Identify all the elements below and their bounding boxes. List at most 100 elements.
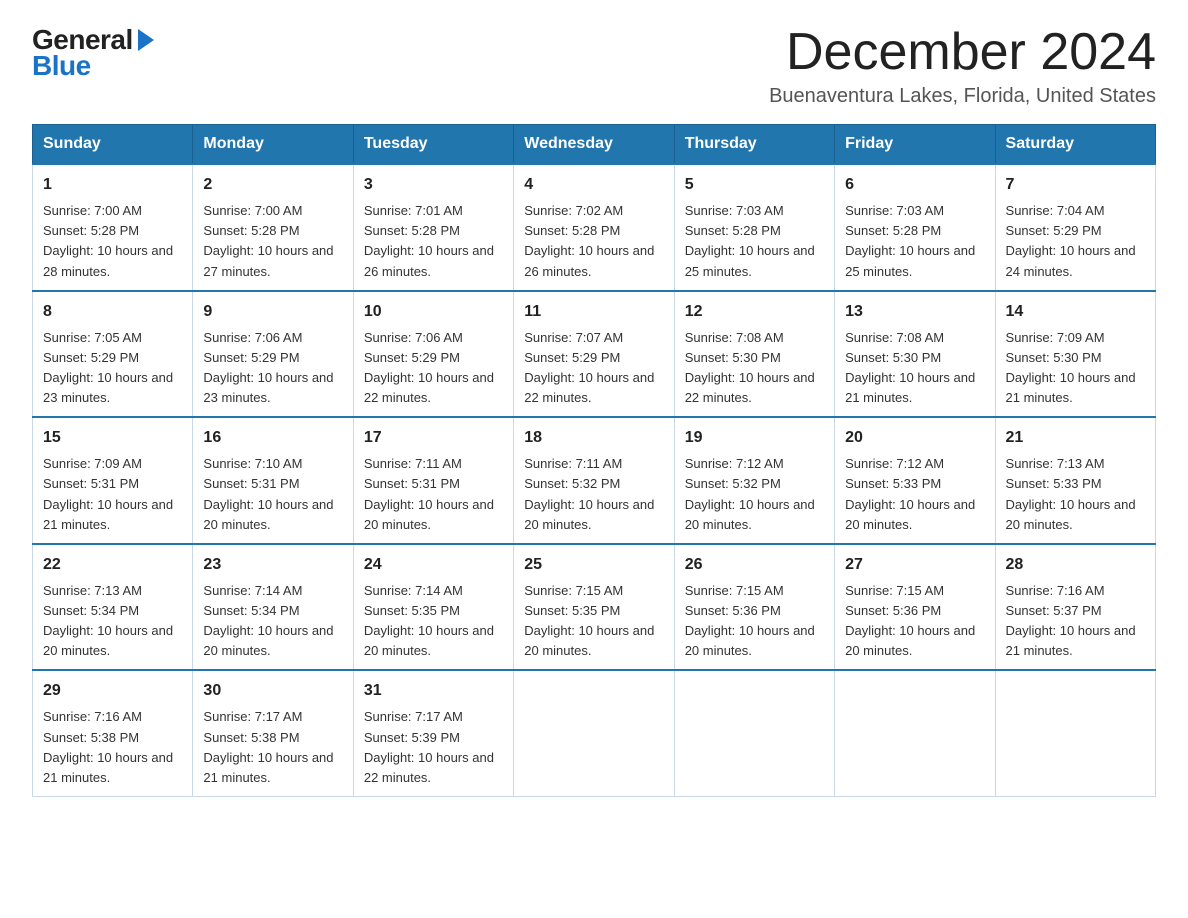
calendar-cell: 14Sunrise: 7:09 AMSunset: 5:30 PMDayligh…	[995, 291, 1155, 418]
calendar-cell: 20Sunrise: 7:12 AMSunset: 5:33 PMDayligh…	[835, 417, 995, 544]
logo: General Blue	[32, 24, 154, 82]
calendar-week-row: 22 Sunrise: 7:13 AMSunset: 5:34 PMDayligh…	[33, 544, 1156, 671]
cell-info: Sunrise: 7:12 AMSunset: 5:32 PMDaylight:…	[685, 456, 815, 531]
day-number: 9	[203, 300, 342, 324]
page-header: General Blue December 2024 Buenaventura …	[32, 24, 1156, 108]
cell-info: Sunrise: 7:15 AMSunset: 5:35 PMDaylight:…	[524, 583, 654, 658]
location-subtitle: Buenaventura Lakes, Florida, United Stat…	[769, 85, 1156, 108]
title-block: December 2024 Buenaventura Lakes, Florid…	[769, 24, 1156, 108]
calendar-cell: 31Sunrise: 7:17 AMSunset: 5:39 PMDayligh…	[353, 670, 513, 796]
day-number: 19	[685, 426, 824, 450]
calendar-cell: 30 Sunrise: 7:17 AMSunset: 5:38 PMDayligh…	[193, 670, 353, 796]
day-number: 2	[203, 173, 342, 197]
day-of-week-tuesday: Tuesday	[353, 125, 513, 165]
calendar-cell: 13 Sunrise: 7:08 AMSunset: 5:30 PMDayligh…	[835, 291, 995, 418]
cell-info: Sunrise: 7:14 AMSunset: 5:34 PMDaylight:…	[203, 583, 333, 658]
calendar-cell: 27 Sunrise: 7:15 AMSunset: 5:36 PMDayligh…	[835, 544, 995, 671]
day-number: 5	[685, 173, 824, 197]
day-number: 22	[43, 553, 182, 577]
day-number: 10	[364, 300, 503, 324]
day-number: 26	[685, 553, 824, 577]
calendar-cell: 25 Sunrise: 7:15 AMSunset: 5:35 PMDayligh…	[514, 544, 674, 671]
calendar-cell: 24 Sunrise: 7:14 AMSunset: 5:35 PMDayligh…	[353, 544, 513, 671]
cell-info: Sunrise: 7:06 AMSunset: 5:29 PMDaylight:…	[203, 330, 333, 405]
day-of-week-sunday: Sunday	[33, 125, 193, 165]
cell-info: Sunrise: 7:11 AMSunset: 5:32 PMDaylight:…	[524, 456, 654, 531]
day-number: 16	[203, 426, 342, 450]
calendar-cell: 15 Sunrise: 7:09 AMSunset: 5:31 PMDayligh…	[33, 417, 193, 544]
day-of-week-monday: Monday	[193, 125, 353, 165]
day-number: 17	[364, 426, 503, 450]
cell-info: Sunrise: 7:00 AMSunset: 5:28 PMDaylight:…	[43, 203, 173, 278]
calendar-cell: 6 Sunrise: 7:03 AMSunset: 5:28 PMDaylight…	[835, 164, 995, 291]
day-number: 29	[43, 679, 182, 703]
calendar-cell: 19 Sunrise: 7:12 AMSunset: 5:32 PMDayligh…	[674, 417, 834, 544]
calendar-header-row: SundayMondayTuesdayWednesdayThursdayFrid…	[33, 125, 1156, 165]
day-number: 12	[685, 300, 824, 324]
logo-arrow-icon	[136, 29, 154, 53]
calendar-cell: 3Sunrise: 7:01 AMSunset: 5:28 PMDaylight…	[353, 164, 513, 291]
day-number: 6	[845, 173, 984, 197]
cell-info: Sunrise: 7:01 AMSunset: 5:28 PMDaylight:…	[364, 203, 494, 278]
calendar-cell	[514, 670, 674, 796]
calendar-cell: 23 Sunrise: 7:14 AMSunset: 5:34 PMDayligh…	[193, 544, 353, 671]
calendar-cell: 5 Sunrise: 7:03 AMSunset: 5:28 PMDaylight…	[674, 164, 834, 291]
day-number: 14	[1006, 300, 1145, 324]
cell-info: Sunrise: 7:03 AMSunset: 5:28 PMDaylight:…	[845, 203, 975, 278]
cell-info: Sunrise: 7:10 AMSunset: 5:31 PMDaylight:…	[203, 456, 333, 531]
calendar-week-row: 1 Sunrise: 7:00 AMSunset: 5:28 PMDaylight…	[33, 164, 1156, 291]
day-number: 4	[524, 173, 663, 197]
day-number: 24	[364, 553, 503, 577]
day-number: 23	[203, 553, 342, 577]
cell-info: Sunrise: 7:09 AMSunset: 5:31 PMDaylight:…	[43, 456, 173, 531]
calendar-cell: 22 Sunrise: 7:13 AMSunset: 5:34 PMDayligh…	[33, 544, 193, 671]
cell-info: Sunrise: 7:12 AMSunset: 5:33 PMDaylight:…	[845, 456, 975, 531]
day-number: 25	[524, 553, 663, 577]
day-of-week-friday: Friday	[835, 125, 995, 165]
day-number: 30	[203, 679, 342, 703]
calendar-cell: 8Sunrise: 7:05 AMSunset: 5:29 PMDaylight…	[33, 291, 193, 418]
calendar-cell: 29 Sunrise: 7:16 AMSunset: 5:38 PMDayligh…	[33, 670, 193, 796]
cell-info: Sunrise: 7:13 AMSunset: 5:34 PMDaylight:…	[43, 583, 173, 658]
calendar-cell: 17 Sunrise: 7:11 AMSunset: 5:31 PMDayligh…	[353, 417, 513, 544]
cell-info: Sunrise: 7:06 AMSunset: 5:29 PMDaylight:…	[364, 330, 494, 405]
day-number: 21	[1006, 426, 1145, 450]
logo-blue-text: Blue	[32, 50, 91, 82]
calendar-week-row: 8Sunrise: 7:05 AMSunset: 5:29 PMDaylight…	[33, 291, 1156, 418]
calendar-cell: 11Sunrise: 7:07 AMSunset: 5:29 PMDayligh…	[514, 291, 674, 418]
calendar-cell: 26 Sunrise: 7:15 AMSunset: 5:36 PMDayligh…	[674, 544, 834, 671]
cell-info: Sunrise: 7:02 AMSunset: 5:28 PMDaylight:…	[524, 203, 654, 278]
cell-info: Sunrise: 7:16 AMSunset: 5:37 PMDaylight:…	[1006, 583, 1136, 658]
cell-info: Sunrise: 7:03 AMSunset: 5:28 PMDaylight:…	[685, 203, 815, 278]
day-number: 31	[364, 679, 503, 703]
day-of-week-saturday: Saturday	[995, 125, 1155, 165]
cell-info: Sunrise: 7:13 AMSunset: 5:33 PMDaylight:…	[1006, 456, 1136, 531]
calendar-table: SundayMondayTuesdayWednesdayThursdayFrid…	[32, 124, 1156, 797]
day-number: 28	[1006, 553, 1145, 577]
cell-info: Sunrise: 7:15 AMSunset: 5:36 PMDaylight:…	[685, 583, 815, 658]
cell-info: Sunrise: 7:08 AMSunset: 5:30 PMDaylight:…	[685, 330, 815, 405]
calendar-cell: 7Sunrise: 7:04 AMSunset: 5:29 PMDaylight…	[995, 164, 1155, 291]
calendar-cell: 28 Sunrise: 7:16 AMSunset: 5:37 PMDayligh…	[995, 544, 1155, 671]
calendar-cell: 10 Sunrise: 7:06 AMSunset: 5:29 PMDayligh…	[353, 291, 513, 418]
cell-info: Sunrise: 7:15 AMSunset: 5:36 PMDaylight:…	[845, 583, 975, 658]
day-number: 1	[43, 173, 182, 197]
day-number: 27	[845, 553, 984, 577]
calendar-cell: 16 Sunrise: 7:10 AMSunset: 5:31 PMDayligh…	[193, 417, 353, 544]
day-number: 15	[43, 426, 182, 450]
calendar-cell	[835, 670, 995, 796]
calendar-cell	[674, 670, 834, 796]
month-year-title: December 2024	[769, 24, 1156, 81]
day-number: 13	[845, 300, 984, 324]
day-of-week-thursday: Thursday	[674, 125, 834, 165]
day-of-week-wednesday: Wednesday	[514, 125, 674, 165]
cell-info: Sunrise: 7:14 AMSunset: 5:35 PMDaylight:…	[364, 583, 494, 658]
cell-info: Sunrise: 7:17 AMSunset: 5:38 PMDaylight:…	[203, 709, 333, 784]
calendar-cell: 18Sunrise: 7:11 AMSunset: 5:32 PMDayligh…	[514, 417, 674, 544]
cell-info: Sunrise: 7:05 AMSunset: 5:29 PMDaylight:…	[43, 330, 173, 405]
cell-info: Sunrise: 7:11 AMSunset: 5:31 PMDaylight:…	[364, 456, 494, 531]
calendar-cell: 21 Sunrise: 7:13 AMSunset: 5:33 PMDayligh…	[995, 417, 1155, 544]
day-number: 11	[524, 300, 663, 324]
cell-info: Sunrise: 7:16 AMSunset: 5:38 PMDaylight:…	[43, 709, 173, 784]
cell-info: Sunrise: 7:08 AMSunset: 5:30 PMDaylight:…	[845, 330, 975, 405]
